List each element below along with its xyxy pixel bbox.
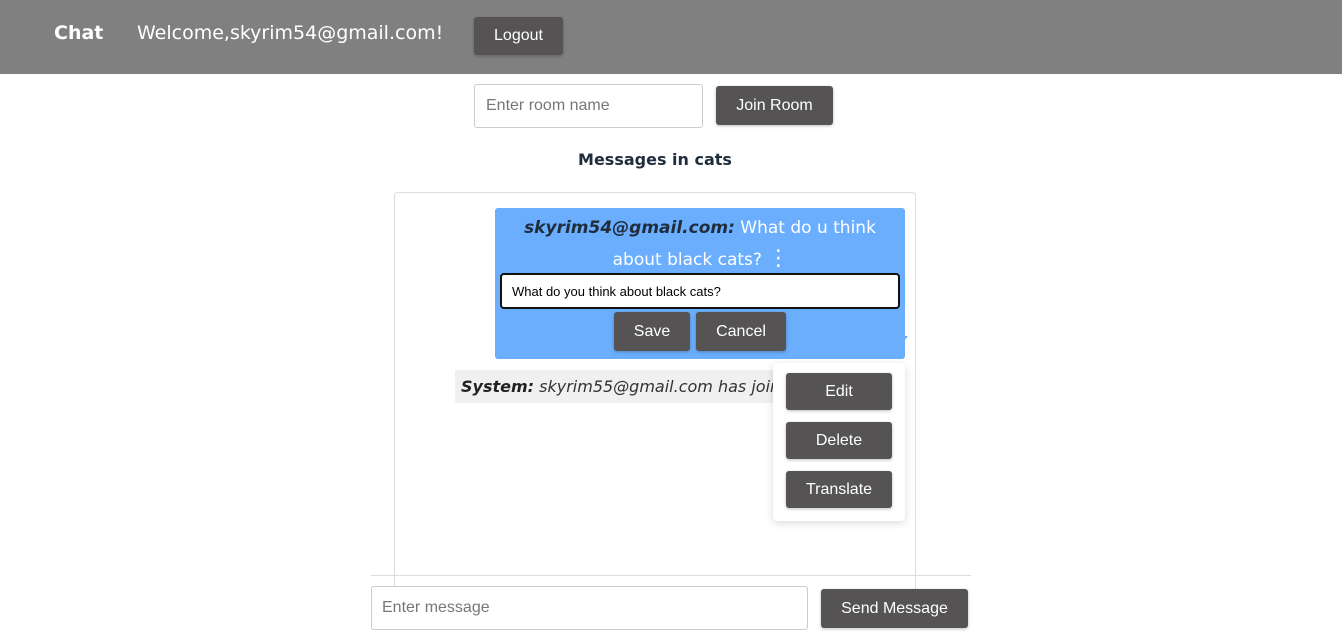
join-room-button[interactable]: Join Room xyxy=(716,86,833,125)
brand-title[interactable]: Chat xyxy=(54,22,103,44)
message-context-menu: Edit Delete Translate xyxy=(773,363,905,521)
cancel-button[interactable]: Cancel xyxy=(696,312,786,351)
send-message-button[interactable]: Send Message xyxy=(821,589,968,628)
translate-button[interactable]: Translate xyxy=(786,471,892,508)
logout-button[interactable]: Logout xyxy=(474,17,563,55)
system-message-sender: System: xyxy=(461,377,535,396)
room-title: Messages in cats xyxy=(578,150,732,169)
message-bubble: skyrim54@gmail.com: What do u think abou… xyxy=(495,208,905,359)
room-name-input[interactable] xyxy=(474,84,703,128)
navbar: Chat Welcome,skyrim54@gmail.com! Logout xyxy=(0,0,1342,74)
delete-button[interactable]: Delete xyxy=(786,422,892,459)
more-options-icon[interactable]: ⋮ xyxy=(767,248,789,270)
edit-button[interactable]: Edit xyxy=(786,373,892,410)
save-button[interactable]: Save xyxy=(614,312,690,351)
system-message: System: skyrim55@gmail.com has joined th… xyxy=(455,370,785,403)
system-message-text: skyrim55@gmail.com has joined the xyxy=(539,377,785,396)
message-content: skyrim54@gmail.com: What do u think abou… xyxy=(507,212,893,276)
composer-divider xyxy=(371,575,971,576)
welcome-message: Welcome,skyrim54@gmail.com! xyxy=(137,22,444,44)
edit-message-input[interactable] xyxy=(500,273,900,309)
message-input[interactable] xyxy=(371,586,808,630)
bubble-corner-mark xyxy=(902,336,908,340)
message-sender: skyrim54@gmail.com: xyxy=(524,218,735,238)
